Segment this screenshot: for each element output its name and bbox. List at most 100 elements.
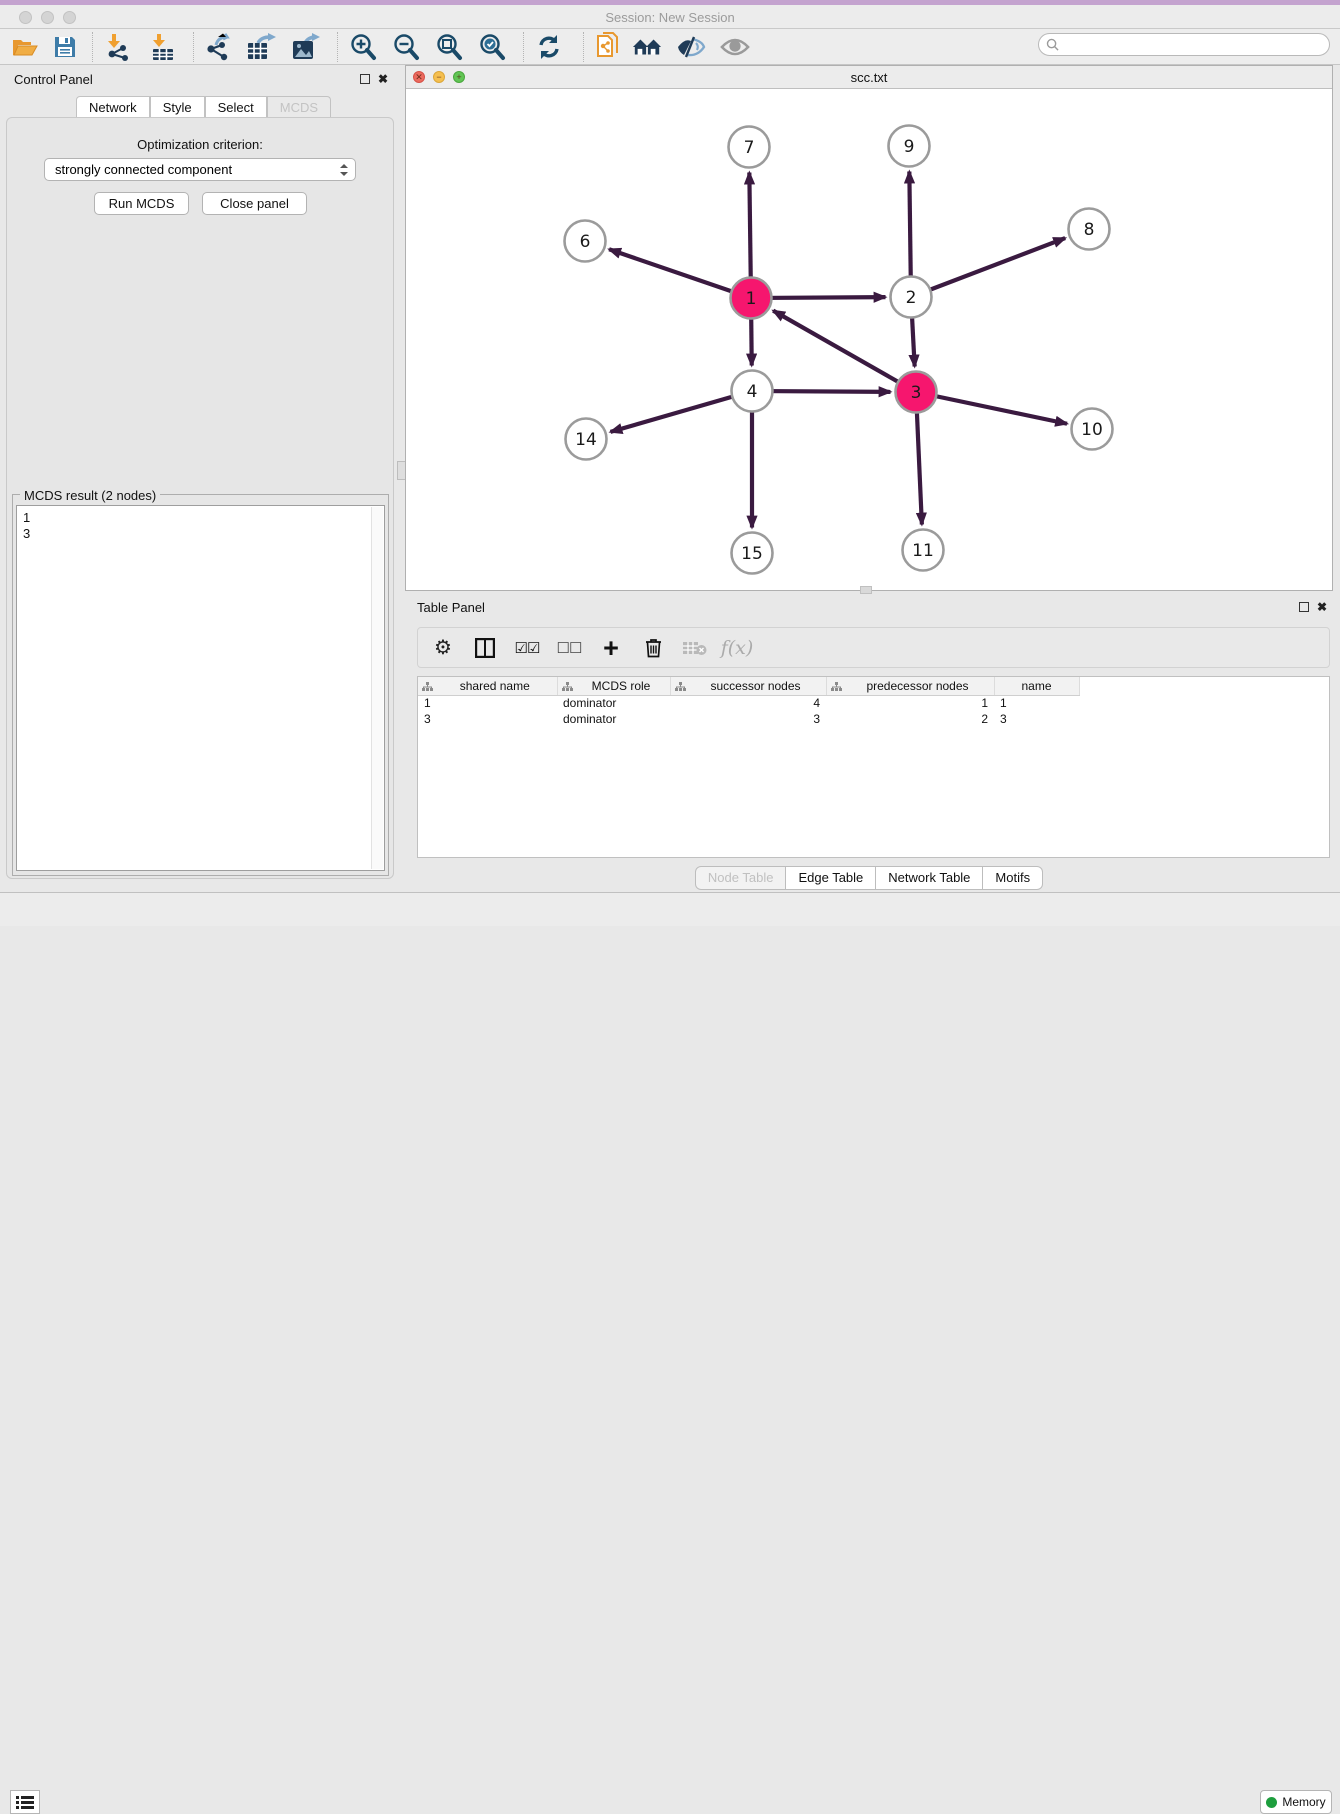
graph-node-label: 3 [911, 383, 922, 403]
tab-select[interactable]: Select [205, 96, 267, 118]
toolbar-separator [193, 32, 194, 62]
toolbar-separator [92, 32, 93, 62]
toolbar-separator [583, 32, 584, 62]
tab-network[interactable]: Network [76, 96, 150, 118]
close-panel-icon[interactable]: ✖ [378, 72, 388, 86]
export-network-icon[interactable] [203, 33, 233, 61]
criterion-value: strongly connected component [55, 162, 232, 177]
list-icon [16, 1795, 34, 1809]
import-network-icon[interactable] [103, 33, 133, 61]
home-icon[interactable] [632, 33, 662, 61]
node-table[interactable]: shared name MCDS role successor nodes pr… [417, 676, 1330, 858]
zoom-in-icon[interactable] [348, 33, 378, 61]
zoom-selected-icon[interactable] [477, 33, 507, 61]
tab-network-table[interactable]: Network Table [876, 866, 983, 890]
tab-style[interactable]: Style [150, 96, 205, 118]
graph-node-label: 6 [580, 232, 591, 252]
criterion-dropdown[interactable]: strongly connected component [44, 158, 356, 181]
run-mcds-button[interactable]: Run MCDS [94, 192, 189, 215]
eye-icon[interactable] [720, 33, 750, 61]
refresh-icon[interactable] [534, 33, 564, 61]
window-title: Session: New Session [0, 10, 1340, 25]
mcds-result-title: MCDS result (2 nodes) [20, 488, 160, 503]
toggle-details-icon[interactable] [676, 33, 706, 61]
chevron-updown-icon [339, 163, 349, 177]
col-mcds-role[interactable]: MCDS role [557, 677, 670, 695]
graph-node-label: 15 [741, 544, 763, 564]
control-panel-title: Control Panel [14, 72, 93, 87]
toolbar-separator [523, 32, 524, 62]
hierarchy-icon [831, 682, 842, 692]
graph-node-label: 9 [904, 137, 915, 157]
float-table-panel-icon[interactable] [1299, 601, 1309, 615]
graph-node-label: 7 [744, 138, 755, 158]
status-bar: Memory [0, 892, 1340, 926]
app-titlebar: Session: New Session [0, 5, 1340, 29]
table-header-row: shared name MCDS role successor nodes pr… [418, 677, 1079, 695]
result-line: 3 [23, 526, 384, 542]
tab-node-table[interactable]: Node Table [695, 866, 787, 890]
open-folder-icon[interactable] [10, 33, 40, 61]
close-table-panel-icon[interactable]: ✖ [1317, 600, 1327, 614]
search-input[interactable] [1059, 38, 1309, 52]
table-row[interactable]: 1 dominator 4 1 1 [418, 695, 1079, 711]
memory-button[interactable]: Memory [1260, 1790, 1332, 1814]
add-column-icon[interactable]: + [598, 638, 624, 658]
delete-table-icon[interactable] [682, 640, 708, 656]
function-builder-icon[interactable]: f(x) [724, 637, 750, 659]
horizontal-splitter-grip[interactable] [860, 586, 872, 594]
graph-node-label: 14 [575, 430, 597, 450]
task-history-button[interactable] [10, 1790, 40, 1814]
export-table-icon[interactable] [246, 33, 276, 61]
hierarchy-icon [562, 682, 573, 692]
zoom-out-icon[interactable] [391, 33, 421, 61]
col-successor-nodes[interactable]: successor nodes [670, 677, 826, 695]
close-panel-button[interactable]: Close panel [202, 192, 307, 215]
split-view-icon[interactable] [472, 638, 498, 658]
tab-mcds[interactable]: MCDS [267, 96, 331, 118]
select-all-icon[interactable]: ☑☑ [514, 639, 540, 657]
toolbar-separator [337, 32, 338, 62]
hierarchy-icon [675, 682, 686, 692]
zoom-fit-icon[interactable] [434, 33, 464, 61]
col-predecessor-nodes[interactable]: predecessor nodes [826, 677, 994, 695]
graph-node-label: 8 [1084, 220, 1095, 240]
tab-edge-table[interactable]: Edge Table [786, 866, 876, 890]
network-view-window: ✕ − + scc.txt 1 2 3 4 6 7 8 9 10 11 14 15 [405, 65, 1333, 591]
gear-icon[interactable]: ⚙ [430, 635, 456, 660]
main-toolbar [0, 29, 1340, 65]
network-window-titlebar: ✕ − + scc.txt [406, 66, 1332, 89]
mcds-result-list[interactable]: 13 [16, 505, 385, 871]
col-name[interactable]: name [994, 677, 1079, 695]
search-icon [1046, 38, 1059, 51]
table-panel-tabs: Node Table Edge Table Network Table Moti… [405, 866, 1333, 890]
float-panel-icon[interactable] [360, 73, 370, 87]
clone-network-icon[interactable] [593, 33, 623, 61]
import-table-icon[interactable] [148, 33, 178, 61]
graph-edge-4-14[interactable] [610, 391, 752, 432]
tab-motifs[interactable]: Motifs [983, 866, 1043, 890]
search-field[interactable] [1038, 33, 1330, 56]
hierarchy-icon [422, 682, 433, 692]
export-image-icon[interactable] [291, 33, 321, 61]
result-line: 1 [23, 510, 384, 526]
memory-status-icon [1266, 1797, 1277, 1808]
graph-node-label: 11 [912, 541, 934, 561]
graph-edge-1-6[interactable] [609, 249, 751, 298]
graph-node-label: 2 [906, 288, 917, 308]
result-scrollbar[interactable] [371, 507, 383, 869]
graph-node-label: 4 [747, 382, 758, 402]
graph-edge-2-8[interactable] [911, 238, 1065, 297]
memory-label: Memory [1282, 1795, 1325, 1809]
delete-icon[interactable] [640, 638, 666, 658]
save-icon[interactable] [50, 33, 80, 61]
graph-node-label: 1 [746, 289, 757, 309]
col-shared-name[interactable]: shared name [418, 677, 557, 695]
graph-edge-3-1[interactable] [773, 311, 916, 392]
table-row[interactable]: 3 dominator 3 2 3 [418, 711, 1079, 727]
deselect-all-icon[interactable]: ☐☐ [556, 639, 582, 657]
network-graph-canvas[interactable]: 1 2 3 4 6 7 8 9 10 11 14 15 [406, 89, 1332, 590]
graph-node-label: 10 [1081, 420, 1103, 440]
control-panel-tabs: Network Style Select MCDS [76, 96, 331, 118]
graph-edge-3-10[interactable] [916, 392, 1067, 424]
